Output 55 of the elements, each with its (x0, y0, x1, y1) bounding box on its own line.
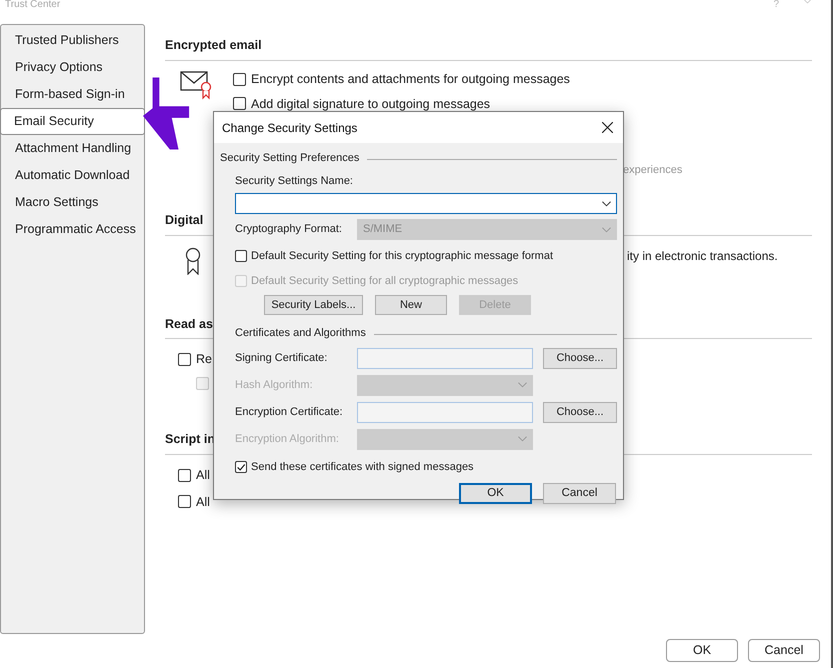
dialog-button[interactable]: Cancel (543, 483, 616, 504)
checkbox-label: Default Security Setting for all cryptographic messages (251, 274, 518, 288)
field-label: Cryptography Format: (235, 222, 343, 238)
dialog-button[interactable]: Security Labels... (264, 295, 363, 315)
checkbox-label: Re (196, 351, 212, 368)
field-label: Security Settings Name: (235, 174, 354, 188)
sidebar-item[interactable]: Attachment Handling (1, 135, 144, 162)
sidebar-item[interactable]: Email Security (0, 108, 145, 135)
name-combo-box[interactable] (235, 193, 617, 214)
option-text: experiences (622, 163, 684, 178)
sidebar-item[interactable]: Trusted Publishers (1, 27, 144, 54)
sidebar-item[interactable]: Programmatic Access (1, 216, 144, 243)
chevron-icon (602, 200, 611, 206)
checkbox-label: Send these certificates with signed messages (251, 460, 474, 474)
section-heading: Encrypted email (165, 37, 262, 54)
checkbox[interactable] (178, 495, 191, 508)
checkbox[interactable] (178, 353, 191, 366)
chevron-icon (518, 436, 527, 442)
chevron-icon (518, 382, 527, 388)
field-label: Encryption Algorithm: (235, 432, 340, 447)
field-label: Hash Algorithm: (235, 378, 314, 393)
dialog-button[interactable]: OK (459, 483, 532, 504)
sidebar-item[interactable]: Macro Settings (1, 189, 144, 216)
sidebar-item[interactable]: Form-based Sign-in (1, 81, 144, 108)
field-label: Signing Certificate: (235, 350, 328, 366)
dialog-button[interactable]: OK (666, 639, 738, 662)
checkbox[interactable] (235, 250, 247, 262)
sidebar-item[interactable]: Automatic Download (1, 162, 144, 189)
checkbox-label: Encrypt contents and attachments for outgoing messages (251, 70, 570, 88)
field-label: Encryption Certificate: (235, 404, 344, 420)
window-title: Trust Center (5, 0, 60, 10)
checkbox[interactable] (233, 72, 246, 86)
chevron-icon (602, 226, 611, 232)
checkbox[interactable] (235, 460, 247, 473)
choose-button[interactable]: Choose... (543, 348, 617, 368)
section-heading: Digital (165, 212, 204, 229)
description-text: ity in electronic transactions. (627, 248, 778, 264)
certificate-field[interactable] (357, 348, 533, 368)
checkbox[interactable] (233, 97, 246, 110)
group-heading: Security Setting Preferences (220, 151, 360, 166)
checkbox-label: Default Security Setting for this cryptographic message format (251, 249, 554, 264)
dialog-button[interactable]: New (375, 295, 447, 315)
dialog-title: Change Security Settings (222, 120, 358, 136)
sidebar-item[interactable]: Privacy Options (1, 54, 144, 81)
checkbox[interactable] (178, 468, 191, 482)
checkbox-label: All (196, 494, 210, 510)
checkbox-label: All (196, 466, 210, 484)
dialog-button[interactable]: Cancel (748, 639, 820, 662)
ribbon-icon (185, 246, 201, 274)
choose-button[interactable]: Choose... (543, 402, 617, 422)
group-heading: Certificates and Algorithms (235, 326, 366, 341)
checkbox-label: Add digital signature to outgoing messages (251, 96, 490, 113)
envelope-ribbon-icon (180, 70, 212, 100)
certificate-field[interactable] (357, 402, 533, 422)
section-heading: Read as (165, 316, 213, 332)
